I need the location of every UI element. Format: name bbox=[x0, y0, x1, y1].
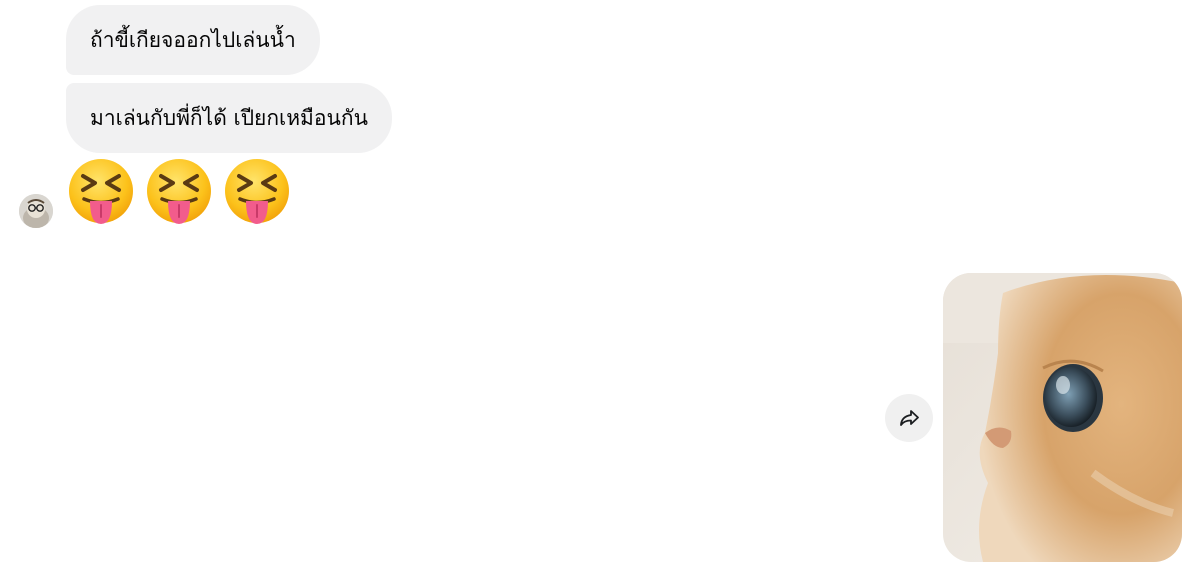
share-button[interactable] bbox=[885, 394, 933, 442]
contact-avatar[interactable] bbox=[19, 194, 53, 228]
cat-photo[interactable] bbox=[943, 273, 1182, 562]
chat-thread: ถ้าขี้เกียจออกไปเล่นน้ำ มาเล่นกับพี่ก็ได… bbox=[0, 0, 1200, 575]
message-bubble[interactable]: มาเล่นกับพี่ก็ได้ เปียกเหมือนกัน bbox=[66, 83, 392, 153]
message-bubble[interactable]: ถ้าขี้เกียจออกไปเล่นน้ำ bbox=[66, 5, 320, 75]
message-text: มาเล่นกับพี่ก็ได้ เปียกเหมือนกัน bbox=[90, 106, 368, 130]
emoji-reaction-row[interactable] bbox=[66, 158, 292, 232]
share-arrow-icon bbox=[900, 410, 919, 426]
squinting-tongue-emoji bbox=[144, 158, 214, 228]
squinting-tongue-emoji bbox=[66, 158, 136, 228]
message-text: ถ้าขี้เกียจออกไปเล่นน้ำ bbox=[90, 28, 296, 52]
squinting-tongue-emoji bbox=[222, 158, 292, 228]
